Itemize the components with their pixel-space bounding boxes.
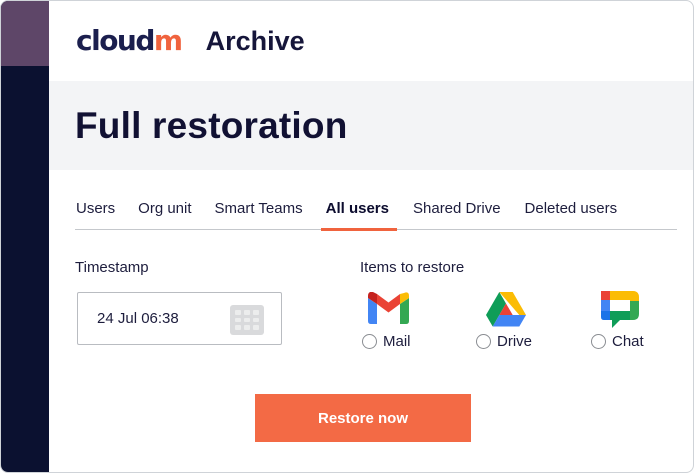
tab-shared-drive[interactable]: Shared Drive [413,197,501,229]
drive-radio[interactable] [476,334,491,349]
mail-radio-option[interactable]: Mail [362,333,411,350]
tab-smart-teams[interactable]: Smart Teams [215,197,303,229]
cloudm-logo: cloudm [76,24,183,57]
chat-option: Chat [590,289,680,359]
timestamp-value: 24 Jul 06:38 [97,310,179,327]
side-rail-top [1,1,49,66]
chat-label: Chat [612,333,644,350]
logo-text: cloud [76,24,155,57]
app-header: cloudm Archive [49,1,693,81]
tab-users[interactable]: Users [76,197,115,229]
app-title: Archive [205,25,305,56]
drive-label: Drive [497,333,533,350]
scope-tabs: Users Org unit Smart Teams All users Sha… [75,197,677,231]
calendar-icon[interactable] [230,305,264,335]
page-title: Full restoration [75,104,348,146]
app-window: cloudm Archive Full restoration Users Or… [0,0,694,473]
items-to-restore-label: Items to restore [360,259,465,276]
mail-label: Mail [383,333,411,350]
drive-radio-option[interactable]: Drive [476,333,532,350]
google-drive-icon [486,292,526,327]
timestamp-picker[interactable]: 24 Jul 06:38 [77,292,282,345]
google-chat-icon [601,291,639,328]
tab-org-unit[interactable]: Org unit [138,197,191,229]
side-rail [1,1,49,472]
page-title-banner: Full restoration [49,81,693,170]
logo-accent-text: m [153,24,183,57]
drive-option: Drive [475,289,565,359]
tab-all-users[interactable]: All users [320,197,398,231]
restore-now-button[interactable]: Restore now [255,394,471,442]
timestamp-label: Timestamp [75,259,149,276]
mail-option: Mail [361,289,451,359]
tab-deleted-users[interactable]: Deleted users [525,197,618,229]
mail-radio[interactable] [362,334,377,349]
chat-radio[interactable] [591,334,606,349]
gmail-icon [368,292,409,324]
chat-radio-option[interactable]: Chat [591,333,644,350]
